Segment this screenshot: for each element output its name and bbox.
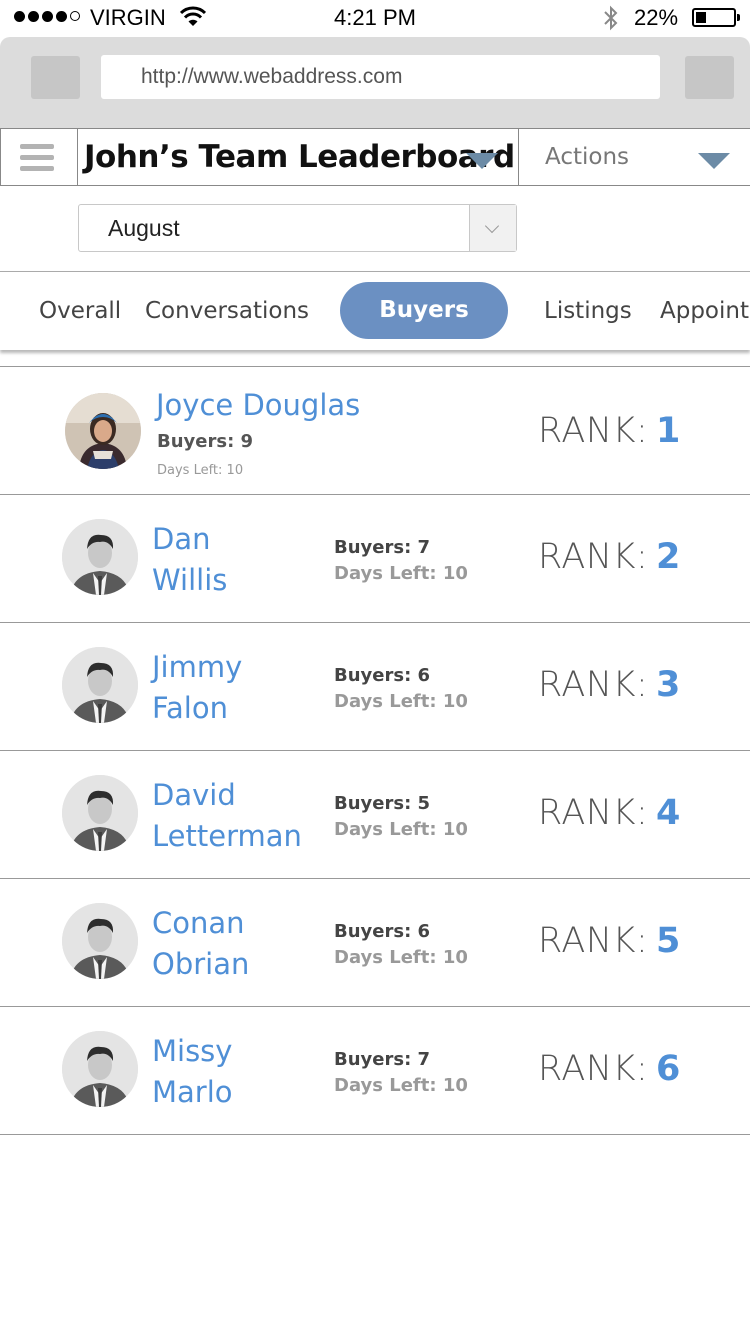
buyers-count: Buyers: 7 [334, 1049, 431, 1070]
leader-last-name: Obrian [152, 947, 250, 981]
avatar [62, 647, 138, 723]
avatar [62, 903, 138, 979]
buyers-count: Buyers: 5 [334, 793, 431, 814]
rank-value: 3 [656, 665, 681, 705]
battery-icon [692, 8, 740, 27]
header-divider [518, 129, 519, 185]
rank: RANK: 6 [538, 1049, 680, 1089]
rank: RANK: 4 [538, 793, 680, 833]
leader-last-name: Willis [152, 563, 228, 597]
leader-last-name: Marlo [152, 1075, 233, 1109]
address-bar[interactable]: http://www.webaddress.com [101, 55, 660, 99]
tab-buyers[interactable]: Buyers [340, 282, 508, 339]
category-tabs: Overall Conversations Buyers Listings Ap… [0, 271, 750, 350]
days-left: Days Left: 10 [334, 947, 468, 968]
actions-dropdown-arrow-icon[interactable] [698, 153, 730, 169]
leader-name[interactable]: Jimmy Falon [152, 647, 242, 729]
buyers-count: Buyers: 6 [334, 921, 431, 942]
rank-value: 4 [656, 793, 681, 833]
rank-label: RANK: [538, 537, 649, 577]
tab-overall[interactable]: Overall [39, 298, 121, 324]
leader-last-name: Falon [152, 691, 228, 725]
rank: RANK: 3 [538, 665, 680, 705]
rank-label: RANK: [538, 793, 649, 833]
app-header: John’s Team Leaderboard Actions [0, 128, 750, 186]
avatar [62, 519, 138, 595]
leader-stats: Buyers: 6 Days Left: 10 [334, 919, 468, 971]
leaderboard-row[interactable]: Dan Willis Buyers: 7 Days Left: 10 RANK:… [0, 495, 750, 623]
browser-menu-button[interactable] [685, 56, 734, 99]
leader-stats: Buyers: 5 Days Left: 10 [334, 791, 468, 843]
leaderboard-row[interactable]: Conan Obrian Buyers: 6 Days Left: 10 RAN… [0, 879, 750, 1007]
hamburger-menu-icon[interactable] [0, 129, 78, 185]
avatar [65, 393, 141, 469]
tab-appointments[interactable]: Appoint [660, 298, 749, 324]
bluetooth-icon [604, 5, 618, 31]
leader-stats: Buyers: 7 Days Left: 10 [334, 535, 468, 587]
leaderboard-row[interactable]: Jimmy Falon Buyers: 6 Days Left: 10 RANK… [0, 623, 750, 751]
rank-value: 1 [656, 411, 681, 451]
rank-value: 5 [656, 921, 681, 961]
tab-listings[interactable]: Listings [544, 298, 632, 324]
rank-label: RANK: [538, 1049, 649, 1089]
days-left: Days Left: 10 [334, 1075, 468, 1096]
days-left: Days Left: 10 [334, 691, 468, 712]
title-dropdown-arrow-icon[interactable] [466, 153, 498, 169]
leader-stats: Buyers: 6 Days Left: 10 [334, 663, 468, 715]
leaderboard-row[interactable]: Joyce Douglas Buyers: 9 Days Left: 10 RA… [0, 367, 750, 495]
month-select-value: August [108, 215, 180, 241]
leader-first-name: Dan [152, 522, 211, 556]
leader-name[interactable]: David Letterman [152, 775, 302, 857]
leader-first-name: Conan [152, 906, 245, 940]
leader-first-name: Missy [152, 1034, 233, 1068]
rank-value: 6 [656, 1049, 681, 1089]
month-select[interactable]: August [78, 204, 517, 252]
chevron-down-icon[interactable] [469, 205, 516, 251]
browser-back-button[interactable] [31, 56, 80, 99]
rank-label: RANK: [538, 411, 649, 451]
leaderboard-row[interactable]: David Letterman Buyers: 5 Days Left: 10 … [0, 751, 750, 879]
leader-name[interactable]: Conan Obrian [152, 903, 249, 985]
rank: RANK: 5 [538, 921, 680, 961]
avatar [62, 775, 138, 851]
leader-last-name: Letterman [152, 819, 302, 853]
leader-first-name: Jimmy [152, 650, 243, 684]
days-left: Days Left: 10 [157, 463, 244, 478]
buyers-count: Buyers: 6 [334, 665, 431, 686]
browser-toolbar: http://www.webaddress.com [0, 37, 750, 128]
leader-name[interactable]: Missy Marlo [152, 1031, 233, 1113]
page-title[interactable]: John’s Team Leaderboard [84, 139, 515, 175]
buyers-count: Buyers: 7 [334, 537, 431, 558]
leader-first-name: David [152, 778, 236, 812]
rank-label: RANK: [538, 921, 649, 961]
days-left: Days Left: 10 [334, 563, 468, 584]
tab-conversations[interactable]: Conversations [145, 298, 309, 324]
buyers-count: Buyers: 9 [157, 431, 254, 452]
status-bar: VIRGIN 4:21 PM 22% [0, 0, 750, 36]
rank: RANK: 2 [538, 537, 680, 577]
rank: RANK: 1 [538, 411, 680, 451]
rank-value: 2 [656, 537, 681, 577]
rank-label: RANK: [538, 665, 649, 705]
avatar [62, 1031, 138, 1107]
battery-percent: 22% [634, 5, 679, 30]
actions-menu[interactable]: Actions [545, 144, 629, 170]
days-left: Days Left: 10 [334, 819, 468, 840]
leaderboard-row[interactable]: Missy Marlo Buyers: 7 Days Left: 10 RANK… [0, 1007, 750, 1135]
leader-name[interactable]: Joyce Douglas [156, 385, 360, 425]
leader-name[interactable]: Dan Willis [152, 519, 227, 601]
leader-stats: Buyers: 7 Days Left: 10 [334, 1047, 468, 1099]
